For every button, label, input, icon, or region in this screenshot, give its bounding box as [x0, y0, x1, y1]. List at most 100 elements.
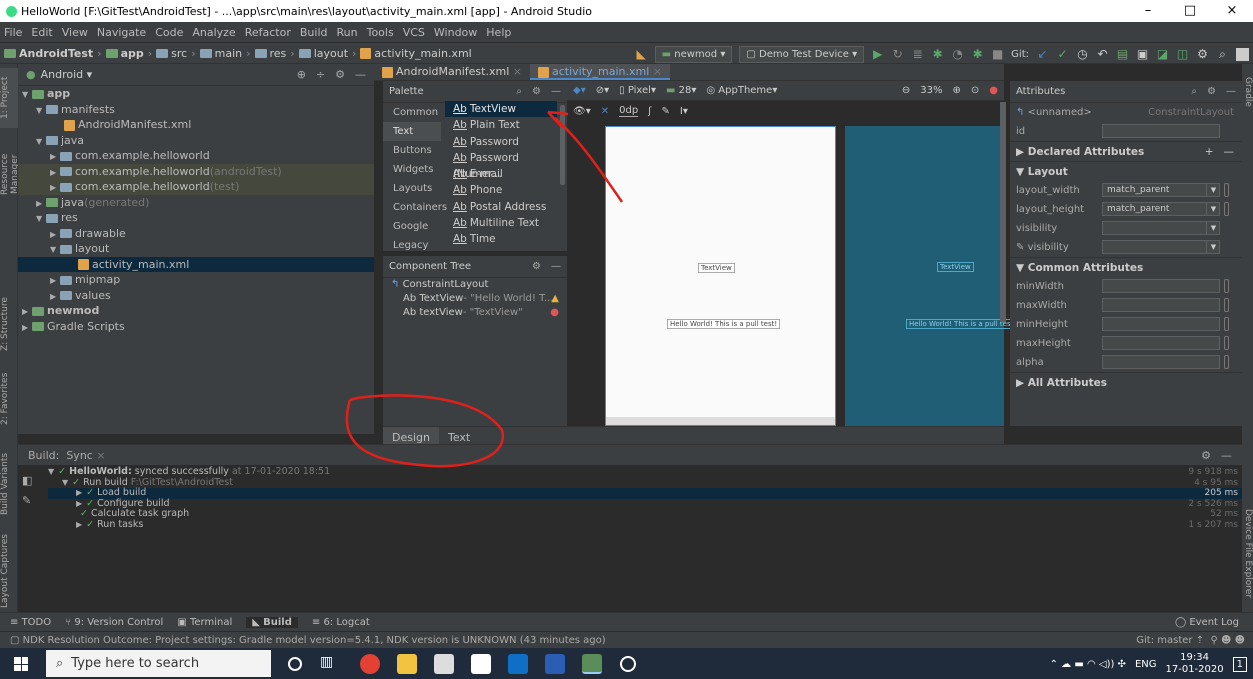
canvas-textview[interactable]: TextView — [698, 263, 735, 273]
attr-id-field[interactable] — [1102, 124, 1220, 138]
default-margin[interactable]: 0dp — [619, 105, 639, 117]
profile-icon[interactable]: ◔ — [951, 47, 964, 61]
search-icon[interactable]: ⌕ — [1191, 81, 1197, 103]
minimize-button[interactable]: – — [1127, 0, 1169, 22]
breadcrumb-src[interactable]: src — [171, 47, 187, 60]
menu-build[interactable]: Build — [300, 26, 328, 39]
orientation-icon[interactable]: ⊘▾ — [596, 85, 609, 96]
palette-category[interactable]: Google — [383, 217, 441, 236]
menu-edit[interactable]: Edit — [31, 26, 52, 39]
android-studio-taskbar-icon[interactable] — [582, 654, 602, 674]
collapsed-arrow-icon[interactable]: ▶ — [50, 289, 60, 305]
tree-arrow-icon[interactable]: ▶ — [76, 488, 82, 497]
palette-item[interactable]: Ab Plain Text — [445, 117, 557, 133]
palette-category[interactable]: Layouts — [383, 179, 441, 198]
expanded-arrow-icon[interactable]: ▼ — [50, 242, 60, 258]
tree-item[interactable]: AndroidManifest.xml — [18, 117, 374, 133]
palette-category[interactable]: Widgets — [383, 160, 441, 179]
blueprint-preview[interactable]: TextView Hello World! This is a pull tes… — [845, 126, 1020, 426]
task-view-icon[interactable]: ▥ — [320, 654, 340, 674]
tree-item-textview-hello[interactable]: Ab TextView- "Hello World! T... ▲ — [391, 292, 567, 306]
tree-item[interactable]: ▼ app — [18, 86, 374, 102]
section-layout[interactable]: ▼ Layout — [1010, 161, 1242, 181]
event-log[interactable]: ◯ Event Log — [1175, 617, 1239, 628]
taskbar-search[interactable]: ⌕ Type here to search — [46, 650, 271, 677]
run-icon[interactable]: ▶ — [871, 47, 884, 61]
palette-item[interactable]: Ab E-mail — [445, 166, 557, 182]
terminal-app-icon[interactable] — [434, 654, 454, 674]
collapsed-arrow-icon[interactable]: ▶ — [22, 320, 32, 336]
palette-category[interactable]: Common — [383, 103, 441, 122]
search-icon[interactable]: ⌕ — [516, 81, 522, 103]
settings-icon[interactable]: ⚙ — [532, 256, 541, 278]
tab-build[interactable]: ◣ Build — [246, 616, 298, 628]
apply-changes-icon[interactable]: ↻ — [891, 47, 904, 61]
git-commit-icon[interactable]: ✓ — [1056, 47, 1069, 61]
tree-item[interactable]: ▶ com.example.helloworld(test) — [18, 179, 374, 195]
tab-favorites[interactable]: 2: Favorites — [0, 369, 18, 429]
resource-picker-icon[interactable] — [1224, 336, 1229, 350]
palette-category[interactable]: Text — [383, 122, 441, 141]
menu-vcs[interactable]: VCS — [403, 26, 425, 39]
attr-value-select[interactable]: match_parent — [1102, 202, 1220, 216]
tree-item-textview[interactable]: Ab textView- "TextView" ● — [391, 306, 567, 320]
tree-arrow-icon[interactable]: ▶ — [76, 520, 82, 529]
tree-item[interactable]: ▶ drawable — [18, 226, 374, 242]
tab-gradle[interactable]: Gradle — [1242, 72, 1253, 112]
word-icon[interactable] — [545, 654, 565, 674]
locate-icon[interactable]: ⊕ — [297, 68, 306, 81]
language-indicator[interactable]: ENG — [1135, 659, 1157, 670]
collapsed-arrow-icon[interactable]: ▶ — [50, 227, 60, 243]
hide-icon[interactable]: — — [1226, 81, 1236, 103]
palette-category[interactable]: Buttons — [383, 141, 441, 160]
tab-terminal[interactable]: ▣ Terminal — [177, 617, 232, 628]
zoom-out-icon[interactable]: ⊖ — [902, 85, 910, 96]
resource-picker-icon[interactable] — [1224, 202, 1229, 216]
tree-item[interactable]: activity_main.xml — [18, 256, 374, 272]
hide-icon[interactable]: — — [551, 256, 561, 278]
revert-icon[interactable]: ↶ — [1096, 47, 1109, 61]
tab-activity-main[interactable]: activity_main.xml × — [529, 64, 670, 80]
clock[interactable]: 19:34 17-01-2020 — [1166, 652, 1224, 676]
resource-picker-icon[interactable] — [1224, 317, 1229, 331]
palette-category[interactable]: Legacy — [383, 236, 441, 255]
infer-constraints-icon[interactable]: ✎ — [662, 106, 670, 117]
menu-help[interactable]: Help — [486, 26, 511, 39]
tab-resource-manager[interactable]: Resource Manager — [0, 134, 20, 214]
breadcrumb-res[interactable]: res — [270, 47, 287, 60]
layout-inspector-icon[interactable]: ▣ — [1136, 47, 1149, 61]
tab-structure[interactable]: Z: Structure — [0, 294, 18, 354]
stop-icon[interactable]: ■ — [991, 47, 1004, 61]
collapse-icon[interactable]: ÷ — [316, 68, 325, 81]
tree-item[interactable]: ▼ res — [18, 210, 374, 226]
collapsed-arrow-icon[interactable]: ▶ — [50, 149, 60, 165]
tree-item[interactable]: ▼ manifests — [18, 102, 374, 118]
attr-value-field[interactable] — [1102, 298, 1220, 312]
palette-scrollbar[interactable] — [560, 105, 565, 185]
tab-sync[interactable]: Sync × — [66, 449, 105, 462]
menu-run[interactable]: Run — [337, 26, 358, 39]
chevron-down-icon[interactable]: ▼ — [1206, 240, 1220, 254]
tree-item[interactable]: ▶ mipmap — [18, 272, 374, 288]
breadcrumb-app[interactable]: app — [121, 47, 144, 60]
tab-todo[interactable]: ≡ TODO — [10, 617, 51, 628]
hide-icon[interactable]: — — [1221, 449, 1232, 462]
build-row[interactable]: ▼ ✓ Run build F:\GitTest\AndroidTest 4 s 95… — [48, 477, 1242, 489]
add-remove-icons[interactable]: + — — [1205, 142, 1234, 162]
settings-icon[interactable]: ⚙ — [532, 81, 541, 103]
file-explorer-icon[interactable] — [397, 654, 417, 674]
project-view-select[interactable]: Android ▾ — [41, 68, 93, 81]
resource-picker-icon[interactable] — [1224, 298, 1229, 312]
palette-item[interactable]: Ab Phone — [445, 182, 557, 198]
build-row[interactable]: ▶ ✓ Configure build 2 s 526 ms — [48, 498, 1242, 510]
palette-item[interactable]: Ab TextView — [445, 101, 557, 118]
tree-item[interactable]: ▶ com.example.helloworld — [18, 148, 374, 164]
tree-arrow-icon[interactable]: ▼ — [62, 478, 68, 487]
chevron-down-icon[interactable]: ▼ — [1206, 202, 1220, 216]
palette-category[interactable]: Containers — [383, 198, 447, 217]
gradle-sync-icon[interactable]: ⚙ — [1196, 47, 1209, 61]
mail-icon[interactable] — [471, 654, 491, 674]
hide-icon[interactable]: — — [355, 68, 366, 81]
tab-device-file-explorer[interactable]: Device File Explorer — [1242, 504, 1253, 604]
resource-picker-icon[interactable] — [1224, 355, 1229, 369]
